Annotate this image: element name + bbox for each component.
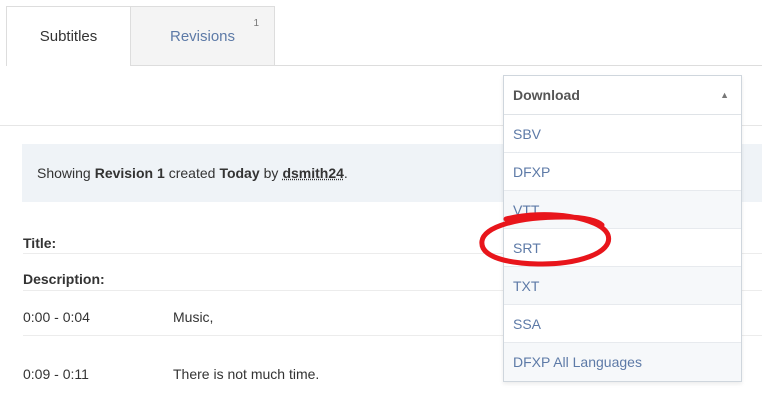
download-option-sbv[interactable]: SBV [504, 115, 741, 153]
title-label: Title: [23, 235, 57, 251]
download-option-dfxp[interactable]: DFXP [504, 153, 741, 191]
revisions-count-badge: 1 [253, 18, 259, 29]
subtitle-time: 0:00 - 0:04 [23, 308, 90, 325]
tab-subtitles-label: Subtitles [39, 28, 98, 45]
download-option-vtt[interactable]: VTT [504, 191, 741, 229]
revision-info-prefix: Showing [37, 165, 91, 181]
download-option-srt[interactable]: SRT [504, 229, 741, 267]
download-dropdown-toggle[interactable]: Download ▲ [504, 76, 741, 115]
download-dropdown[interactable]: Download ▲ SBV DFXP VTT SRT TXT SSA DFXP… [503, 75, 742, 382]
revision-info-suffix: . [343, 165, 348, 181]
revision-number: Revision 1 [94, 165, 165, 181]
tab-revisions[interactable]: Revisions 1 [130, 6, 275, 66]
tab-strip: Subtitles Revisions 1 [0, 0, 762, 66]
revision-date: Today [219, 165, 260, 181]
tab-revisions-label: Revisions [169, 27, 236, 45]
download-label: Download [513, 87, 580, 103]
revision-info-created: created [168, 165, 216, 181]
download-option-ssa[interactable]: SSA [504, 305, 741, 343]
revision-author-link[interactable]: dsmith24 [282, 165, 343, 181]
description-label: Description: [23, 271, 105, 287]
download-option-dfxp-all-languages[interactable]: DFXP All Languages [504, 343, 741, 381]
tab-subtitles[interactable]: Subtitles [6, 6, 131, 66]
caret-up-icon: ▲ [720, 90, 729, 100]
subtitle-text: Music, [173, 308, 214, 325]
subtitle-text: There is not much time. [173, 366, 320, 382]
revision-info-by: by [263, 165, 279, 181]
subtitle-time: 0:09 - 0:11 [23, 366, 89, 382]
download-option-txt[interactable]: TXT [504, 267, 741, 305]
